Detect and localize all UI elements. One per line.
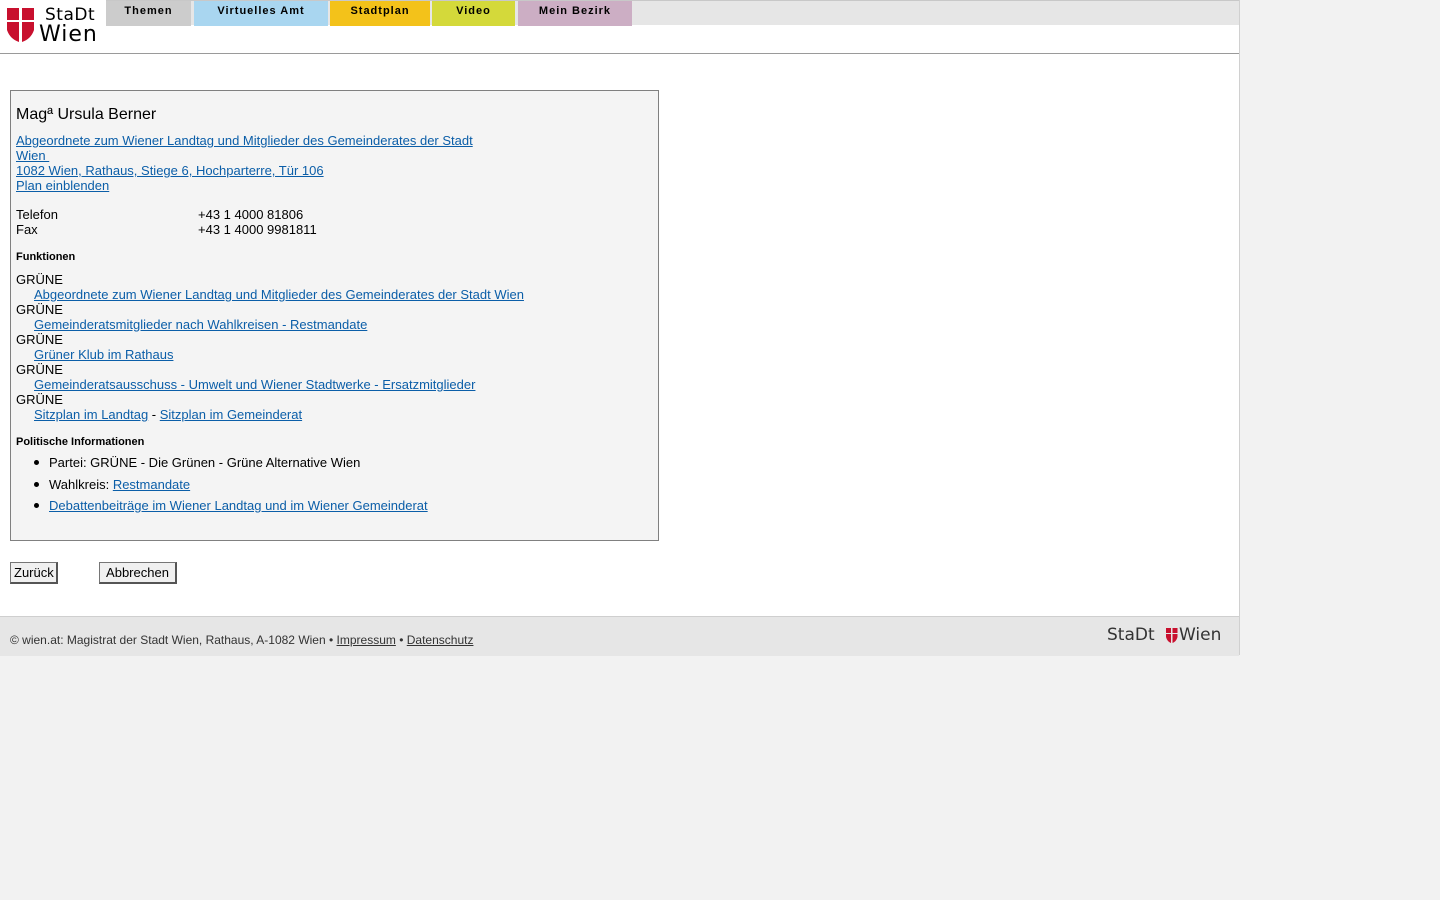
footer-logo-left: StaDt [1107, 625, 1155, 645]
function-party: GRÜNE [16, 362, 63, 377]
impressum-link[interactable]: Impressum [337, 633, 396, 647]
function-party: GRÜNE [16, 272, 63, 287]
copyright-text: © wien.at: Magistrat der Stadt Wien, Rat… [10, 633, 337, 647]
page: StaDt Wien Themen Virtuelles Amt Stadtpl… [0, 0, 1240, 656]
phone-value: +43 1 4000 81806 [198, 207, 304, 222]
political-info-list: Partei: GRÜNE - Die Grünen - Grüne Alter… [16, 455, 428, 520]
functions-list: GRÜNE Abgeordnete zum Wiener Landtag und… [16, 272, 524, 422]
function-party: GRÜNE [16, 332, 63, 347]
seat-plan-gemeinderat-link[interactable]: Sitzplan im Gemeinderat [160, 407, 302, 422]
address-link[interactable]: 1082 Wien, Rathaus, Stiege 6, Hochparter… [16, 163, 473, 178]
seat-plan-landtag-link[interactable]: Sitzplan im Landtag [34, 407, 148, 422]
district-link[interactable]: Restmandate [113, 477, 190, 492]
tab-stadtplan[interactable]: Stadtplan [330, 1, 430, 26]
header: StaDt Wien Themen Virtuelles Amt Stadtpl… [0, 0, 1239, 54]
seat-plan-separator: - [148, 407, 160, 422]
role-link-line-2[interactable]: Wien [16, 148, 473, 163]
function-party: GRÜNE [16, 302, 63, 317]
bullet-icon [34, 460, 39, 465]
person-detail-box: Magª Ursula Berner Abgeordnete zum Wiene… [10, 90, 659, 541]
show-map-link[interactable]: Plan einblenden [16, 178, 473, 193]
political-info-title: Politische Informationen [16, 436, 145, 448]
footer-logo[interactable]: StaDt Wien [1107, 625, 1232, 647]
party-info: Partei: GRÜNE - Die Grünen - Grüne Alter… [49, 455, 361, 470]
list-item: Wahlkreis: Restmandate [16, 477, 428, 499]
fax-label: Fax [16, 222, 38, 237]
tab-video[interactable]: Video [432, 1, 515, 26]
vienna-shield-icon [1166, 628, 1178, 643]
seat-plan-links: Sitzplan im Landtag - Sitzplan im Gemein… [16, 407, 524, 422]
main-nav: Themen Virtuelles Amt Stadtplan Video Me… [106, 0, 1239, 26]
back-button[interactable]: Zurück [10, 562, 58, 584]
function-party: GRÜNE [16, 392, 63, 407]
function-link[interactable]: Grüner Klub im Rathaus [34, 347, 173, 362]
contact-table: Telefon +43 1 4000 81806 Fax +43 1 4000 … [16, 207, 416, 237]
function-link[interactable]: Gemeinderatsausschuss - Umwelt und Wiene… [34, 377, 475, 392]
logo-line-2: Wien [39, 22, 98, 47]
functions-title: Funktionen [16, 251, 76, 263]
tab-mein-bezirk[interactable]: Mein Bezirk [518, 1, 632, 26]
datenschutz-link[interactable]: Datenschutz [407, 633, 474, 647]
debates-link[interactable]: Debattenbeiträge im Wiener Landtag und i… [49, 498, 428, 513]
district-label: Wahlkreis: [49, 476, 113, 492]
role-link-line-1[interactable]: Abgeordnete zum Wiener Landtag und Mitgl… [16, 133, 473, 148]
vienna-shield-icon [7, 8, 34, 42]
list-item: Debattenbeiträge im Wiener Landtag und i… [16, 498, 428, 520]
tab-themen[interactable]: Themen [106, 1, 191, 26]
function-link[interactable]: Gemeinderatsmitglieder nach Wahlkreisen … [34, 317, 367, 332]
contact-row-fax: Fax +43 1 4000 9981811 [16, 222, 416, 237]
bullet-icon [34, 481, 39, 487]
person-links: Abgeordnete zum Wiener Landtag und Mitgl… [16, 133, 473, 193]
tab-virtuelles-amt[interactable]: Virtuelles Amt [194, 1, 328, 26]
footer-separator: • [395, 633, 407, 647]
footer-text: © wien.at: Magistrat der Stadt Wien, Rat… [10, 633, 473, 647]
bullet-icon [34, 503, 39, 508]
footer-logo-right: Wien [1179, 625, 1222, 645]
contact-row-phone: Telefon +43 1 4000 81806 [16, 207, 416, 222]
footer: © wien.at: Magistrat der Stadt Wien, Rat… [0, 616, 1239, 656]
list-item: Partei: GRÜNE - Die Grünen - Grüne Alter… [16, 455, 428, 477]
fax-value: +43 1 4000 9981811 [198, 222, 317, 237]
phone-label: Telefon [16, 207, 58, 222]
cancel-button[interactable]: Abbrechen [99, 562, 177, 584]
stadt-wien-logo[interactable]: StaDt Wien [7, 4, 102, 47]
person-name: Magª Ursula Berner [16, 106, 157, 123]
function-link[interactable]: Abgeordnete zum Wiener Landtag und Mitgl… [34, 287, 524, 302]
